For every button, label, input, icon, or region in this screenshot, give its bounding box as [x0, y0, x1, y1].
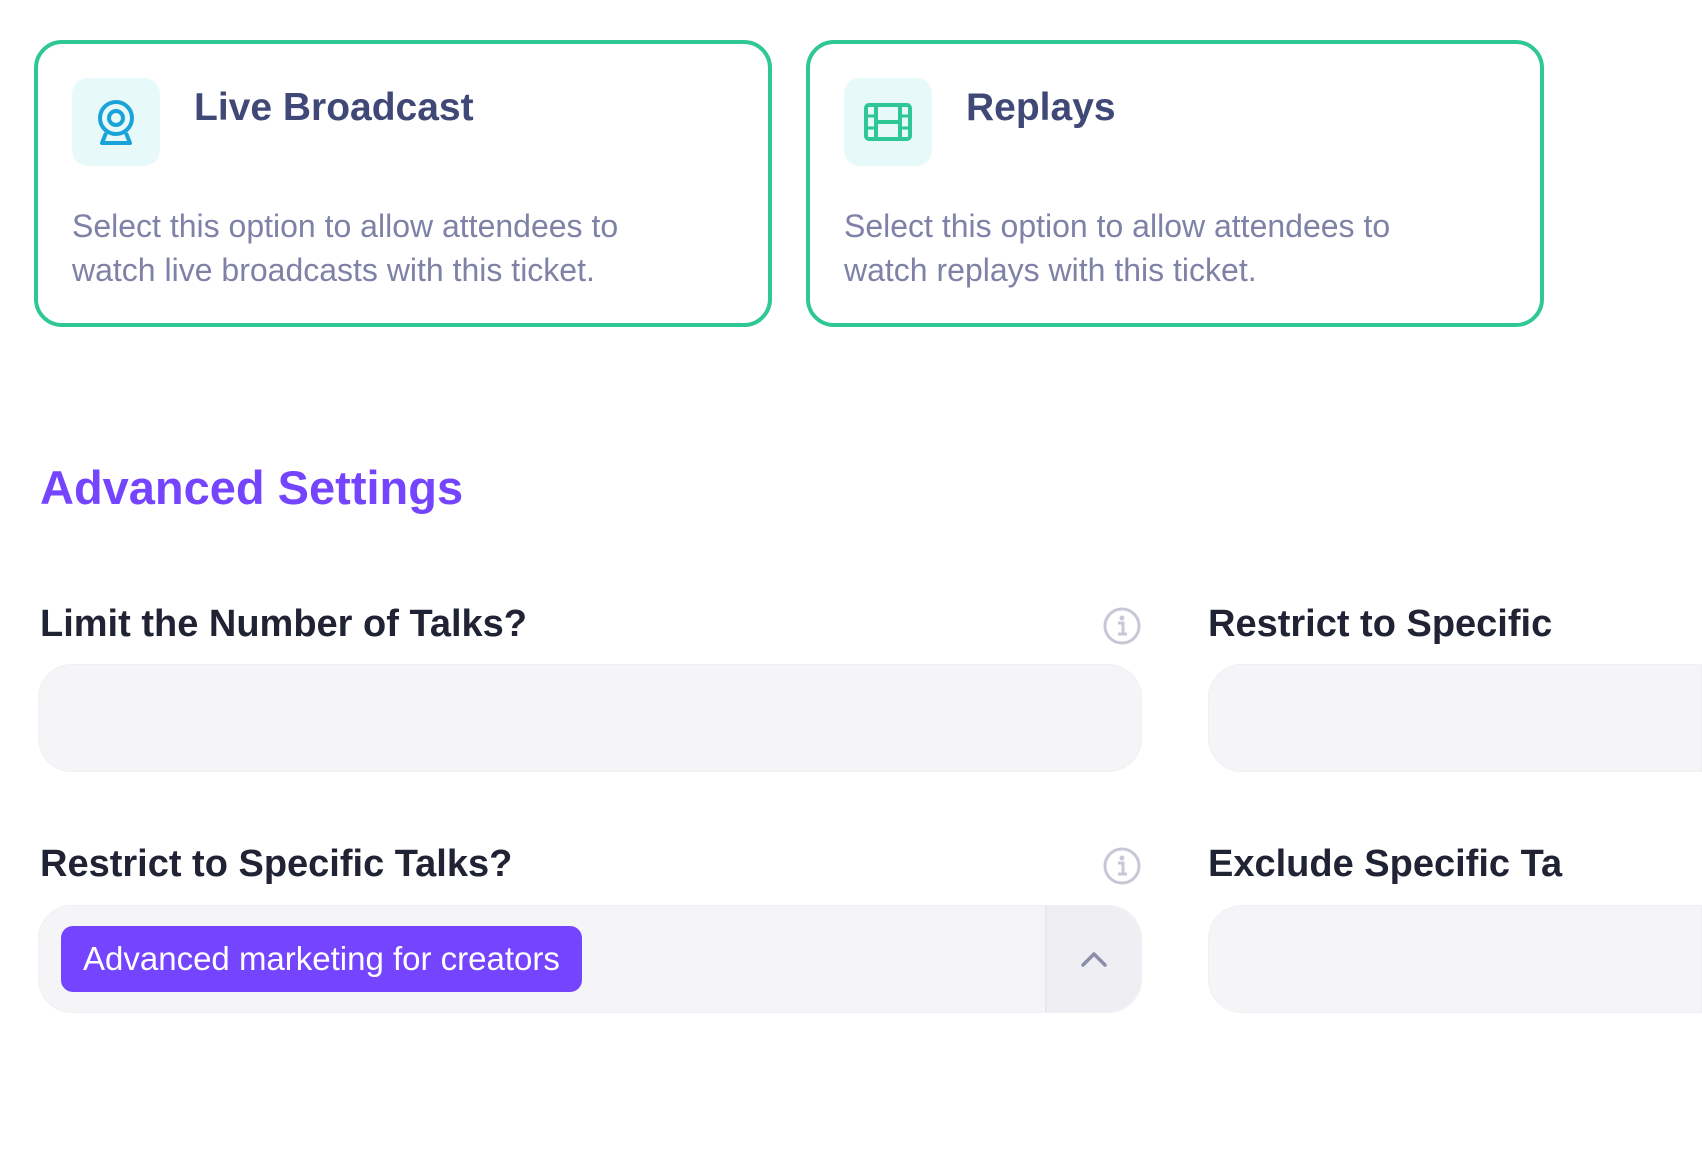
limit-talks-input[interactable]: [38, 664, 1142, 772]
restrict-talks-select[interactable]: Advanced marketing for creators: [38, 905, 1142, 1013]
limit-talks-label: Limit the Number of Talks?: [40, 603, 528, 645]
exclude-specific-right-input[interactable]: [1208, 905, 1702, 1013]
live-broadcast-option[interactable]: Live Broadcast Select this option to all…: [34, 40, 772, 327]
replays-option[interactable]: Replays Select this option to allow atte…: [806, 40, 1544, 327]
restrict-specific-right-input[interactable]: [1208, 664, 1702, 772]
webcam-icon: [72, 78, 160, 166]
restrict-specific-right-label: Restrict to Specific: [1208, 603, 1553, 645]
exclude-specific-right-label: Exclude Specific Ta: [1208, 843, 1563, 885]
selected-talk-chip[interactable]: Advanced marketing for creators: [61, 926, 582, 992]
restrict-talks-label: Restrict to Specific Talks?: [40, 843, 513, 885]
info-icon[interactable]: [1102, 846, 1142, 886]
film-icon: [844, 78, 932, 166]
option-description: Select this option to allow attendees to…: [844, 208, 1391, 288]
option-title: Live Broadcast: [194, 86, 474, 129]
dropdown-toggle-button[interactable]: [1045, 906, 1141, 1012]
info-icon[interactable]: [1102, 606, 1142, 646]
advanced-settings-title: Advanced Settings: [40, 461, 464, 514]
chevron-up-icon: [1081, 952, 1107, 967]
option-title: Replays: [966, 86, 1116, 129]
option-description: Select this option to allow attendees to…: [72, 208, 619, 288]
